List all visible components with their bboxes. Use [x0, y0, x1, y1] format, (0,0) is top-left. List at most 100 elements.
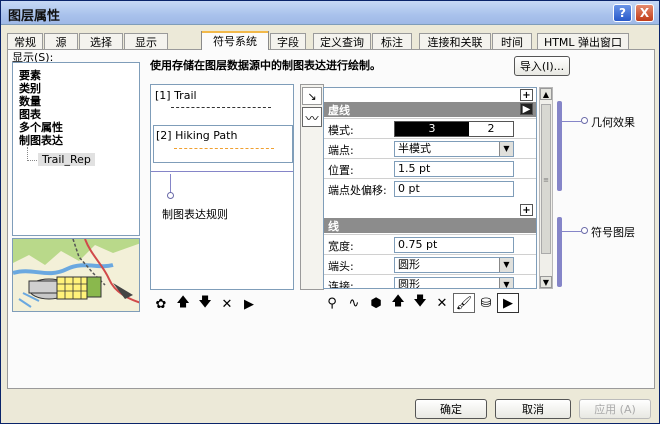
add-rule-icon[interactable]: ✿ [150, 294, 172, 314]
layer-move-up-icon[interactable]: 🡅 [387, 293, 409, 313]
tab-labels[interactable]: 标注 [372, 33, 412, 49]
tab-fields[interactable]: 字段 [270, 33, 306, 49]
rule-trail-label[interactable]: [1] Trail [155, 89, 295, 102]
symbol-layers-line [561, 231, 581, 232]
join-select[interactable]: 圆形 ▼ [394, 277, 514, 289]
pattern-editor[interactable]: 3 2 [394, 121, 514, 137]
position-label: 位置: [328, 164, 354, 177]
add-polygon-layer-icon[interactable]: ⬢ [365, 293, 387, 313]
rule-hiking-path-label: [2] Hiking Path [156, 129, 238, 142]
description-text: 使用存储在图层数据源中的制图表达进行绘制。 [150, 59, 381, 72]
symbol-layers-dot [581, 227, 588, 234]
delete-rule-icon[interactable]: ✕ [216, 294, 238, 314]
symbol-layers-annotation: 符号图层 [591, 226, 635, 239]
rule-trail-line [171, 107, 271, 108]
dashed-effect-header: 虚线 [324, 102, 536, 117]
line-cap-value: 圆形 [398, 258, 420, 271]
cap-row: 端点: 半模式 ▼ [324, 138, 536, 158]
layer-properties-window: 图层属性 ? X 常规 源 选择 显示 符号系统 字段 定义查询 标注 连接和关… [0, 0, 660, 424]
ok-button[interactable]: 确定 [415, 399, 487, 419]
rule-hiking-path-line [174, 148, 274, 149]
scroll-thumb[interactable]: ≡ [541, 104, 551, 254]
layer-move-down-icon[interactable]: 🡇 [409, 293, 431, 313]
line-cap-select[interactable]: 圆形 ▼ [394, 257, 514, 273]
apply-button[interactable]: 应用 (A) [579, 399, 651, 419]
move-up-icon[interactable]: 🡅 [172, 294, 194, 314]
cap-select[interactable]: 半模式 ▼ [394, 141, 514, 157]
tab-symbology[interactable]: 符号系统 [201, 31, 269, 50]
symbol-layer-tabs: ↘ 〰 [300, 84, 324, 290]
tree-item-representations[interactable]: 制图表达 [19, 132, 63, 148]
property-grid: + 虚线 ▶ 模式: 3 2 端点: 半模式 ▼ 位置: 1.5 pt 端点处偏… [323, 87, 537, 289]
tree-item-trail-rep[interactable]: Trail_Rep [38, 153, 95, 166]
width-label: 宽度: [328, 240, 354, 253]
dashed-effect-title: 虚线 [328, 104, 350, 117]
rules-annotation-dot [167, 192, 174, 199]
add-layer-icon[interactable]: + [520, 204, 533, 216]
geometric-effects-tab-icon[interactable]: ↘ [302, 87, 322, 105]
delete-layer-icon[interactable]: ✕ [431, 293, 453, 313]
rule-menu-icon[interactable]: ▶ [238, 294, 260, 314]
width-input[interactable]: 0.75 pt [394, 237, 514, 253]
map-preview-image [12, 238, 140, 312]
symbol-layers-bracket [557, 217, 562, 287]
rules-list: [1] Trail [2] Hiking Path [150, 84, 294, 290]
join-row: 连接: 圆形 ▼ [324, 274, 536, 289]
add-point-layer-icon[interactable]: ⚲ [321, 293, 343, 313]
show-tree: 要素 类别 数量 图表 多个属性 制图表达 Trail_Rep [12, 62, 140, 236]
layer-menu-icon[interactable]: ▶ [497, 293, 519, 313]
join-label: 连接: [328, 280, 354, 289]
stroke-layer-tab-icon[interactable]: 〰 [302, 107, 322, 127]
chevron-down-icon[interactable]: ▼ [499, 258, 513, 272]
property-grid-scrollbar[interactable]: ▲ ≡ ▼ [539, 87, 553, 289]
database-icon[interactable]: ⛁ [475, 293, 497, 313]
chevron-down-icon[interactable]: ▼ [499, 278, 513, 288]
pattern-row: 模式: 3 2 [324, 118, 536, 138]
window-title: 图层属性 [8, 9, 61, 24]
close-button[interactable]: X [635, 4, 654, 22]
scroll-down-icon[interactable]: ▼ [540, 276, 552, 288]
join-value: 圆形 [398, 278, 420, 289]
tab-joins-relates[interactable]: 连接和关联 [419, 33, 491, 49]
move-down-icon[interactable]: 🡇 [194, 294, 216, 314]
add-effect-icon[interactable]: + [520, 89, 533, 101]
geom-effects-line [561, 121, 581, 122]
scroll-up-icon[interactable]: ▲ [540, 88, 552, 100]
rules-separator [151, 171, 293, 172]
offset-label: 端点处偏移: [328, 184, 387, 197]
pattern-label: 模式: [328, 124, 354, 137]
cap-label: 端点: [328, 144, 354, 157]
tab-time[interactable]: 时间 [492, 33, 532, 49]
import-button[interactable]: 导入(I)... [514, 56, 570, 76]
tree-connector [27, 147, 28, 161]
layer-toolbar: ⚲ ∿ ⬢ 🡅 🡇 ✕ 🖌 ⛁ ▶ [321, 293, 519, 313]
effect-menu-icon[interactable]: ▶ [520, 103, 533, 115]
help-button[interactable]: ? [613, 4, 632, 22]
line-layer-header: 线 [324, 218, 536, 233]
chevron-down-icon[interactable]: ▼ [499, 142, 513, 156]
tree-connector [27, 160, 37, 161]
tab-selection[interactable]: 选择 [79, 33, 123, 49]
position-input[interactable]: 1.5 pt [394, 161, 514, 177]
rule-hiking-path-item[interactable]: [2] Hiking Path [153, 125, 293, 163]
cancel-button[interactable]: 取消 [495, 399, 571, 419]
offset-input[interactable]: 0 pt [394, 181, 514, 197]
line-layer-title: 线 [328, 220, 339, 233]
tab-source[interactable]: 源 [44, 33, 78, 49]
tab-definition-query[interactable]: 定义查询 [313, 33, 371, 49]
tab-general[interactable]: 常规 [7, 33, 43, 49]
cap-value: 半模式 [398, 142, 431, 155]
width-row: 宽度: 0.75 pt [324, 234, 536, 254]
rules-annotation-label: 制图表达规则 [162, 208, 228, 221]
line-cap-label: 端头: [328, 260, 354, 273]
tab-strip: 常规 源 选择 显示 符号系统 字段 定义查询 标注 连接和关联 时间 HTML… [7, 31, 655, 50]
add-line-layer-icon[interactable]: ∿ [343, 293, 365, 313]
title-bar: 图层属性 ? X [1, 1, 659, 25]
geom-effects-bracket [557, 101, 562, 191]
offset-row: 端点处偏移: 0 pt [324, 178, 536, 198]
tab-html-popup[interactable]: HTML 弹出窗口 [537, 33, 629, 49]
pattern-dash: 3 [395, 122, 469, 136]
tab-display[interactable]: 显示 [124, 33, 168, 49]
brush-icon[interactable]: 🖌 [453, 293, 475, 313]
geom-effects-dot [581, 117, 588, 124]
